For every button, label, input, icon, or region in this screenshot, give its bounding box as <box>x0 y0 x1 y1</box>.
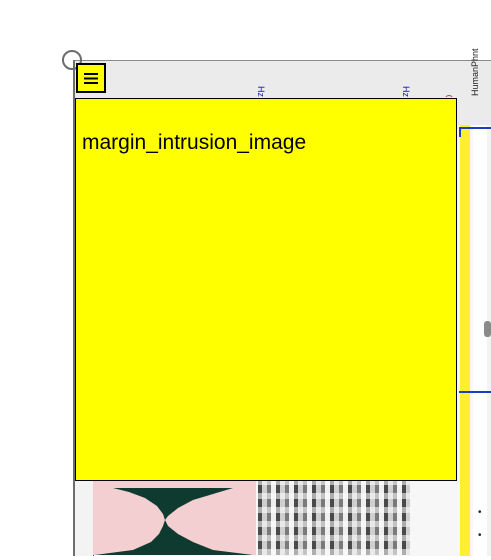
margin-intrusion-overlay: margin_intrusion_image <box>75 98 457 481</box>
white-side-rail <box>473 125 487 556</box>
scrollbar-thumb[interactable] <box>484 321 491 337</box>
waveform-thumbnail <box>93 480 256 555</box>
overlay-label: margin_intrusion_image <box>82 131 307 154</box>
yellow-side-rail <box>460 125 470 556</box>
hz-label-left: Hz <box>256 86 266 97</box>
menu-button[interactable] <box>76 63 106 93</box>
side-title: HumanPhnt <box>470 48 480 96</box>
blue-top-line <box>459 127 491 129</box>
hz-label-right: Hz <box>401 86 411 97</box>
margin-dot-2: • <box>478 530 482 541</box>
hamburger-menu-icon <box>84 72 98 84</box>
blue-mid-line <box>459 391 491 393</box>
margin-dot-1: • <box>478 507 482 518</box>
blue-top-tick <box>459 127 461 137</box>
waveform-graphic <box>95 488 253 555</box>
spectrogram-thumbnail <box>258 480 410 555</box>
